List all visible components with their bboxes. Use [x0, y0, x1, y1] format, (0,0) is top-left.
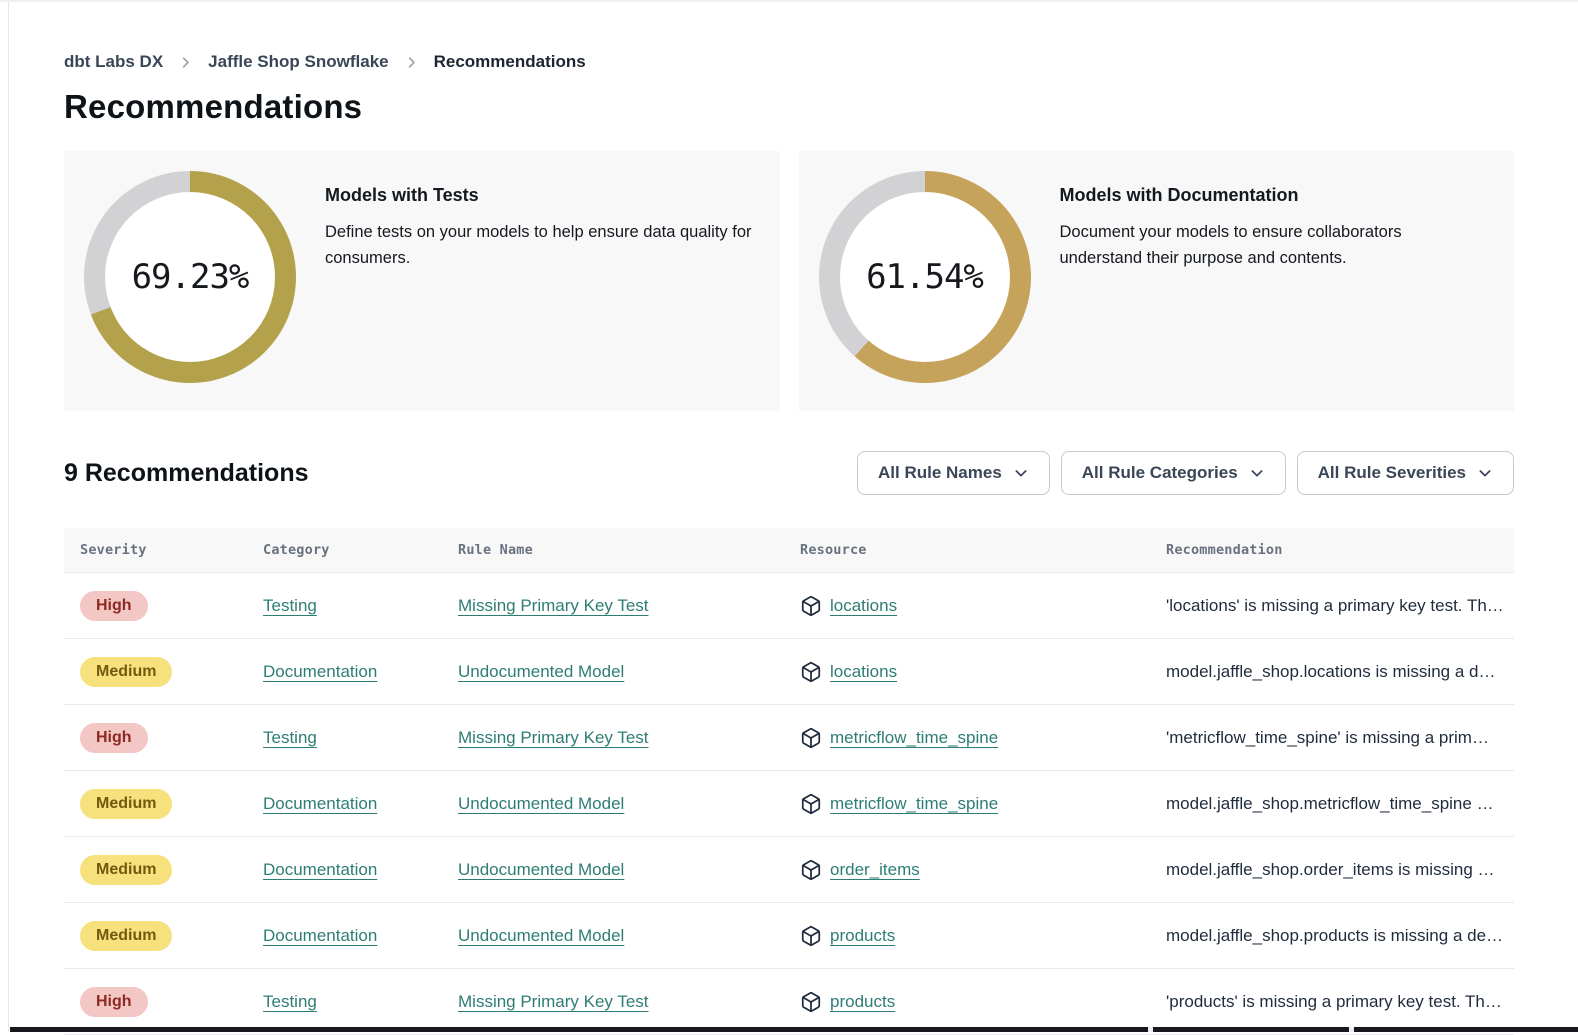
- model-cube-icon: [800, 991, 822, 1013]
- recommendation-text: 'locations' is missing a primary key tes…: [1166, 596, 1514, 616]
- window-left-edge: [8, 2, 9, 1032]
- recommendations-page: dbt Labs DX Jaffle Shop Snowflake Recomm…: [0, 52, 1578, 1035]
- metric-cards: 69.23% Models with Tests Define tests on…: [64, 151, 1514, 411]
- table-row: Medium Documentation Undocumented Model …: [64, 903, 1514, 969]
- table-row: Medium Documentation Undocumented Model …: [64, 837, 1514, 903]
- table-header-row: Severity Category Rule Name Resource Rec…: [64, 528, 1514, 573]
- recommendation-text: model.jaffle_shop.locations is missing a…: [1166, 662, 1514, 682]
- category-link[interactable]: Documentation: [263, 926, 377, 945]
- rule-name-link[interactable]: Undocumented Model: [458, 662, 624, 681]
- model-cube-icon: [800, 859, 822, 881]
- resource-link[interactable]: products: [830, 926, 895, 946]
- table-row: Medium Documentation Undocumented Model …: [64, 639, 1514, 705]
- bottom-cutoff-band: [10, 1027, 1578, 1032]
- severity-badge: High: [80, 987, 148, 1017]
- chevron-right-icon: [404, 55, 419, 70]
- recommendations-count-heading: 9 Recommendations: [64, 459, 309, 488]
- card-title: Models with Tests: [325, 185, 752, 206]
- model-cube-icon: [800, 793, 822, 815]
- list-header: 9 Recommendations All Rule Names All Rul…: [64, 451, 1514, 495]
- filter-label: All Rule Names: [878, 463, 1002, 483]
- models-with-documentation-card: 61.54% Models with Documentation Documen…: [799, 151, 1515, 411]
- chevron-right-icon: [178, 55, 193, 70]
- recommendation-text: model.jaffle_shop.order_items is missing…: [1166, 860, 1514, 880]
- breadcrumb-item-jaffle-shop-snowflake[interactable]: Jaffle Shop Snowflake: [208, 52, 388, 72]
- recommendation-text: model.jaffle_shop.metricflow_time_spine …: [1166, 794, 1514, 814]
- severity-badge: Medium: [80, 657, 172, 687]
- chevron-down-icon: [1249, 465, 1265, 481]
- resource-link[interactable]: locations: [830, 596, 897, 616]
- severity-badge: High: [80, 723, 148, 753]
- donut-hole: 61.54%: [840, 192, 1010, 362]
- card-description: Define tests on your models to help ensu…: [325, 219, 752, 271]
- card-description: Document your models to ensure collabora…: [1060, 219, 1487, 271]
- donut-percentage: 61.54%: [866, 257, 983, 297]
- table-row: High Testing Missing Primary Key Test pr…: [64, 969, 1514, 1035]
- chevron-down-icon: [1477, 465, 1493, 481]
- recommendation-text: 'metricflow_time_spine' is missing a pri…: [1166, 728, 1514, 748]
- rule-name-link[interactable]: Undocumented Model: [458, 860, 624, 879]
- rule-categories-filter-dropdown[interactable]: All Rule Categories: [1061, 451, 1286, 495]
- models-with-documentation-donut-chart: 61.54%: [819, 171, 1031, 383]
- severity-badge: Medium: [80, 921, 172, 951]
- breadcrumb: dbt Labs DX Jaffle Shop Snowflake Recomm…: [64, 52, 1514, 72]
- column-header-recommendation: Recommendation: [1166, 542, 1514, 558]
- category-link[interactable]: Documentation: [263, 860, 377, 879]
- breadcrumb-item-recommendations: Recommendations: [434, 52, 586, 72]
- table-row: High Testing Missing Primary Key Test me…: [64, 705, 1514, 771]
- donut-percentage: 69.23%: [132, 257, 249, 297]
- column-header-category: Category: [263, 542, 458, 558]
- recommendation-text: 'products' is missing a primary key test…: [1166, 992, 1514, 1012]
- model-cube-icon: [800, 595, 822, 617]
- category-link[interactable]: Testing: [263, 596, 317, 615]
- severity-badge: Medium: [80, 789, 172, 819]
- category-link[interactable]: Testing: [263, 992, 317, 1011]
- card-title: Models with Documentation: [1060, 185, 1487, 206]
- table-body: High Testing Missing Primary Key Test lo…: [64, 573, 1514, 1035]
- column-header-rule-name: Rule Name: [458, 542, 800, 558]
- resource-link[interactable]: locations: [830, 662, 897, 682]
- models-with-tests-donut-chart: 69.23%: [84, 171, 296, 383]
- table-row: High Testing Missing Primary Key Test lo…: [64, 573, 1514, 639]
- rule-name-link[interactable]: Undocumented Model: [458, 926, 624, 945]
- filter-label: All Rule Categories: [1082, 463, 1238, 483]
- filter-bar: All Rule Names All Rule Categories All R…: [857, 451, 1514, 495]
- card-text: Models with Tests Define tests on your m…: [325, 185, 752, 271]
- rule-name-link[interactable]: Undocumented Model: [458, 794, 624, 813]
- category-link[interactable]: Testing: [263, 728, 317, 747]
- resource-link[interactable]: order_items: [830, 860, 920, 880]
- filter-label: All Rule Severities: [1318, 463, 1466, 483]
- rule-names-filter-dropdown[interactable]: All Rule Names: [857, 451, 1050, 495]
- severity-badge: Medium: [80, 855, 172, 885]
- recommendation-text: model.jaffle_shop.products is missing a …: [1166, 926, 1514, 946]
- breadcrumb-item-dbt-labs-dx[interactable]: dbt Labs DX: [64, 52, 163, 72]
- column-header-severity: Severity: [80, 542, 263, 558]
- rule-name-link[interactable]: Missing Primary Key Test: [458, 728, 649, 747]
- page-title: Recommendations: [64, 88, 1514, 126]
- resource-link[interactable]: products: [830, 992, 895, 1012]
- rule-severities-filter-dropdown[interactable]: All Rule Severities: [1297, 451, 1514, 495]
- resource-link[interactable]: metricflow_time_spine: [830, 728, 998, 748]
- column-header-resource: Resource: [800, 542, 1166, 558]
- model-cube-icon: [800, 925, 822, 947]
- table-row: Medium Documentation Undocumented Model …: [64, 771, 1514, 837]
- model-cube-icon: [800, 661, 822, 683]
- severity-badge: High: [80, 591, 148, 621]
- category-link[interactable]: Documentation: [263, 662, 377, 681]
- chevron-down-icon: [1013, 465, 1029, 481]
- donut-hole: 69.23%: [105, 192, 275, 362]
- card-text: Models with Documentation Document your …: [1060, 185, 1487, 271]
- recommendations-table: Severity Category Rule Name Resource Rec…: [64, 528, 1514, 1035]
- model-cube-icon: [800, 727, 822, 749]
- resource-link[interactable]: metricflow_time_spine: [830, 794, 998, 814]
- rule-name-link[interactable]: Missing Primary Key Test: [458, 596, 649, 615]
- category-link[interactable]: Documentation: [263, 794, 377, 813]
- rule-name-link[interactable]: Missing Primary Key Test: [458, 992, 649, 1011]
- models-with-tests-card: 69.23% Models with Tests Define tests on…: [64, 151, 780, 411]
